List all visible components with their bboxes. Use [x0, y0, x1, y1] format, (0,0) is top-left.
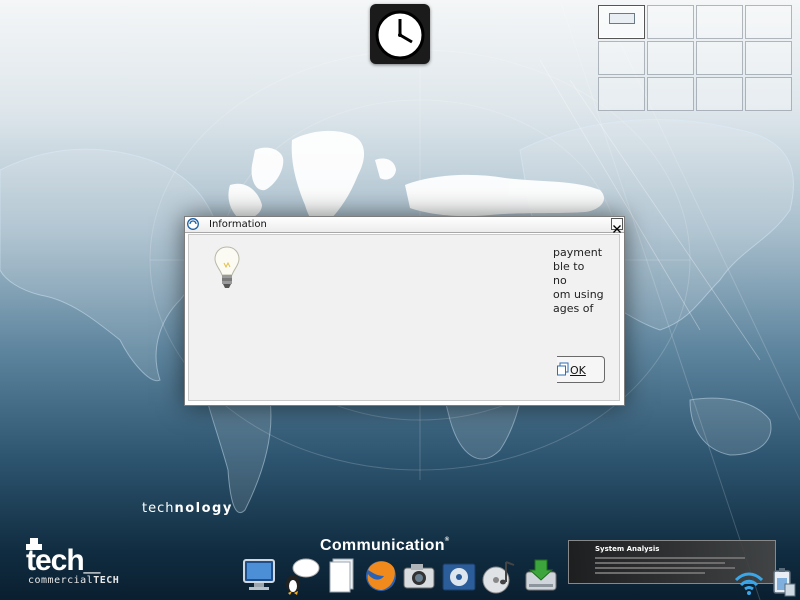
logo-subtitle: commercialTECH: [28, 575, 119, 586]
close-icon: [613, 225, 621, 233]
workspace-12[interactable]: [745, 77, 792, 111]
workspace-10[interactable]: [647, 77, 694, 111]
camera-icon[interactable]: [400, 556, 438, 596]
lightbulb-icon: [214, 246, 240, 288]
panel-line: [595, 557, 745, 559]
wifi-icon[interactable]: [734, 570, 764, 596]
ok-button-label: OK: [570, 364, 586, 377]
window-thumbnail: [609, 13, 635, 24]
logo-sub-light: commercial: [28, 575, 94, 586]
dock-title: Communication®: [320, 537, 450, 555]
technology-bold: nology: [174, 501, 233, 516]
monitor-icon[interactable]: [240, 556, 278, 596]
workspace-pager[interactable]: [598, 5, 792, 111]
battery-icon[interactable]: [769, 568, 797, 598]
workspace-7[interactable]: [696, 41, 743, 75]
panel-line: [595, 562, 725, 564]
dialog-message: payment ble to no om using ages of: [553, 246, 619, 316]
drive-download-icon[interactable]: [522, 556, 560, 596]
firefox-icon[interactable]: [362, 556, 400, 596]
system-analysis-title: System Analysis: [595, 545, 660, 553]
technology-light: tech: [142, 501, 175, 516]
workspace-11[interactable]: [696, 77, 743, 111]
clock-widget[interactable]: [370, 4, 430, 64]
message-line: ages of: [553, 302, 594, 315]
message-line: ble to: [553, 260, 585, 273]
workspace-3[interactable]: [696, 5, 743, 39]
information-dialog: Information payment ble to no om using a…: [184, 216, 625, 406]
logo-main-text: tech_: [26, 544, 101, 577]
clock-icon: [375, 10, 425, 60]
message-line: om using: [553, 288, 604, 301]
workspace-9[interactable]: [598, 77, 645, 111]
application-dock: [240, 556, 560, 596]
dialog-titlebar[interactable]: Information: [185, 217, 624, 233]
workspace-8[interactable]: [745, 41, 792, 75]
message-line: payment: [553, 246, 603, 259]
close-button[interactable]: [611, 218, 623, 233]
ok-button[interactable]: OK: [557, 356, 605, 383]
dialog-body: payment ble to no om using ages of OK: [188, 234, 620, 401]
ok-icon: [557, 362, 569, 376]
music-icon[interactable]: [480, 556, 518, 596]
dialog-title: Information: [209, 219, 267, 230]
panel-line: [595, 572, 705, 574]
workspace-4[interactable]: [745, 5, 792, 39]
document-icon[interactable]: [324, 556, 362, 596]
registered-mark: ®: [444, 537, 450, 543]
dock-title-text: Communication: [320, 537, 445, 554]
workspace-6[interactable]: [647, 41, 694, 75]
message-line: no: [553, 274, 567, 287]
workspace-2[interactable]: [647, 5, 694, 39]
info-app-icon: [187, 218, 199, 230]
logo-sub-bold: TECH: [93, 575, 120, 586]
workspace-1[interactable]: [598, 5, 645, 39]
workspace-5[interactable]: [598, 41, 645, 75]
film-icon[interactable]: [440, 556, 478, 596]
technology-label: technology: [142, 501, 233, 516]
panel-line: [595, 567, 735, 569]
chat-penguin-icon[interactable]: [282, 556, 320, 596]
